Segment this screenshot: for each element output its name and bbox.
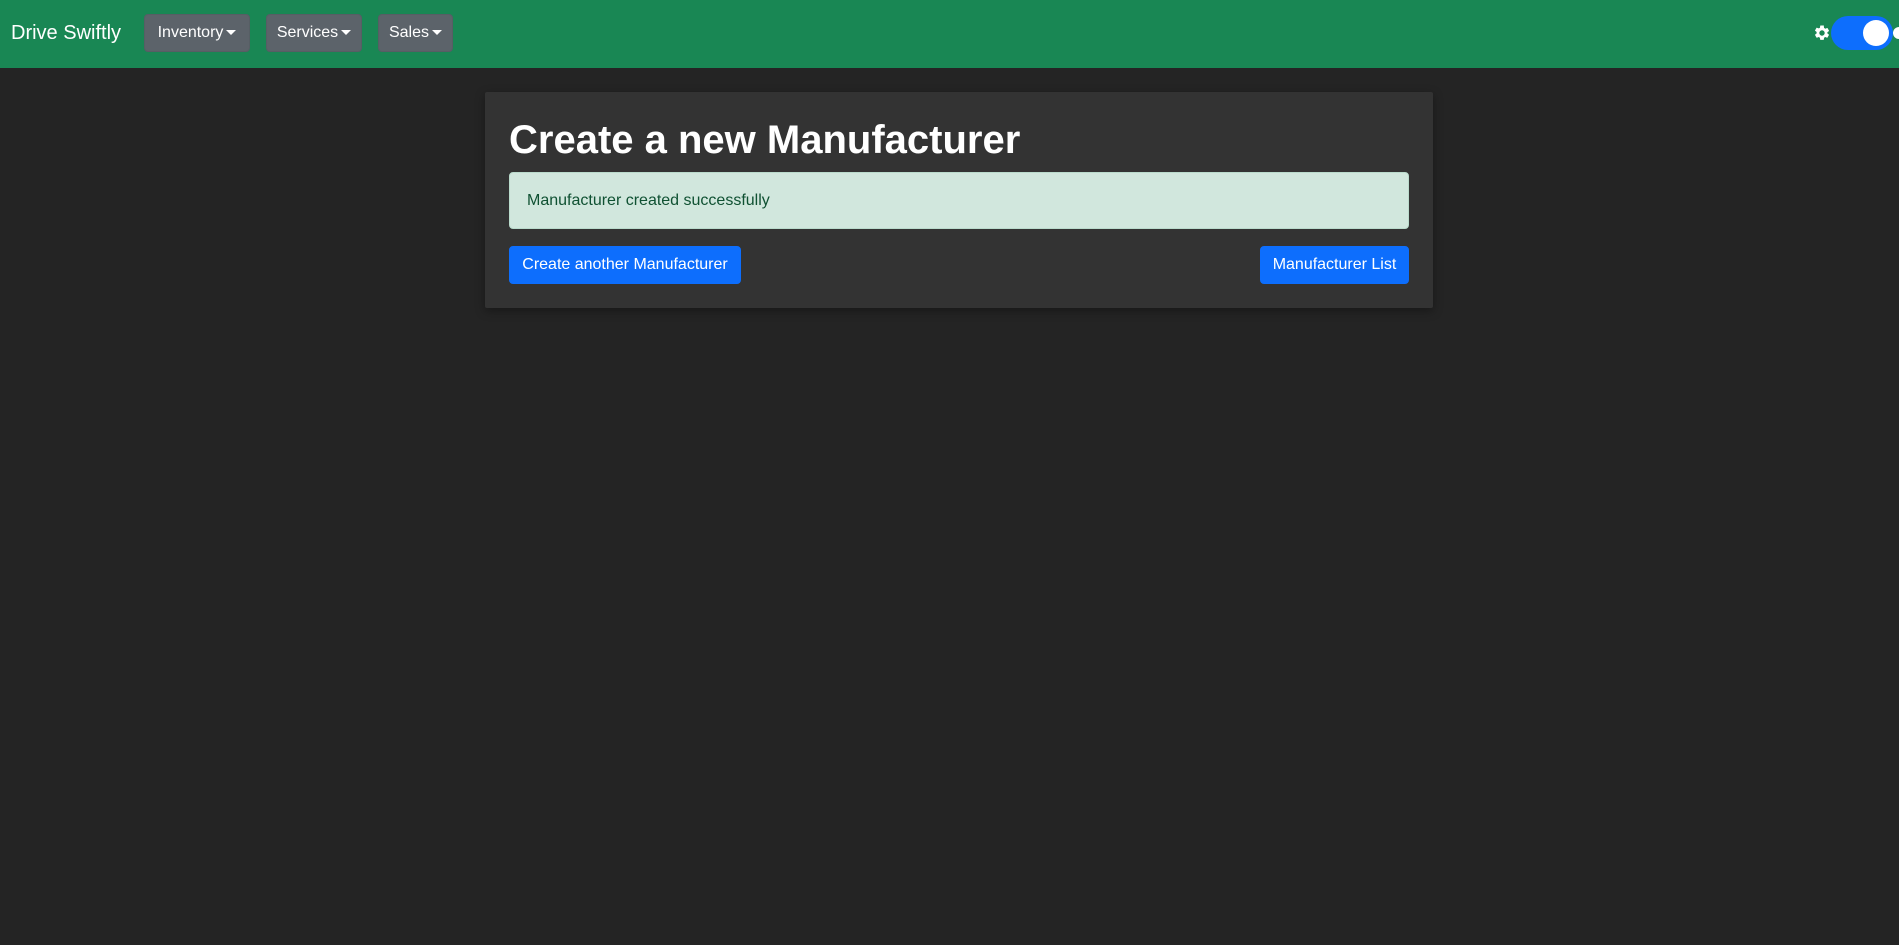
success-alert-message: Manufacturer created successfully: [527, 191, 770, 209]
inventory-dropdown-button[interactable]: Inventory: [144, 14, 250, 52]
caret-down-icon: [432, 29, 443, 35]
sales-dropdown-button[interactable]: Sales: [378, 14, 453, 52]
manufacturer-list-button[interactable]: Manufacturer List: [1260, 246, 1409, 284]
sales-dropdown-label: Sales: [388, 24, 430, 41]
create-another-manufacturer-button[interactable]: Create another Manufacturer: [509, 246, 741, 284]
caret-down-icon: [341, 29, 352, 35]
toggle-edge-indicator: [1893, 27, 1899, 39]
gear-icon: [1813, 24, 1831, 42]
theme-toggle-switch[interactable]: [1831, 16, 1899, 50]
services-dropdown-label: Services: [276, 24, 339, 41]
top-navbar: Drive Swiftly Inventory Services Sales: [0, 0, 1899, 68]
brand-link[interactable]: Drive Swiftly: [11, 20, 121, 47]
services-dropdown-button[interactable]: Services: [266, 14, 362, 52]
inventory-dropdown-label: Inventory: [157, 24, 224, 41]
toggle-knob: [1863, 20, 1889, 46]
page-title: Create a new Manufacturer: [509, 118, 1021, 162]
create-manufacturer-card: Create a new Manufacturer Manufacturer c…: [485, 92, 1433, 308]
caret-down-icon: [226, 29, 237, 35]
success-alert: Manufacturer created successfully: [509, 172, 1409, 229]
